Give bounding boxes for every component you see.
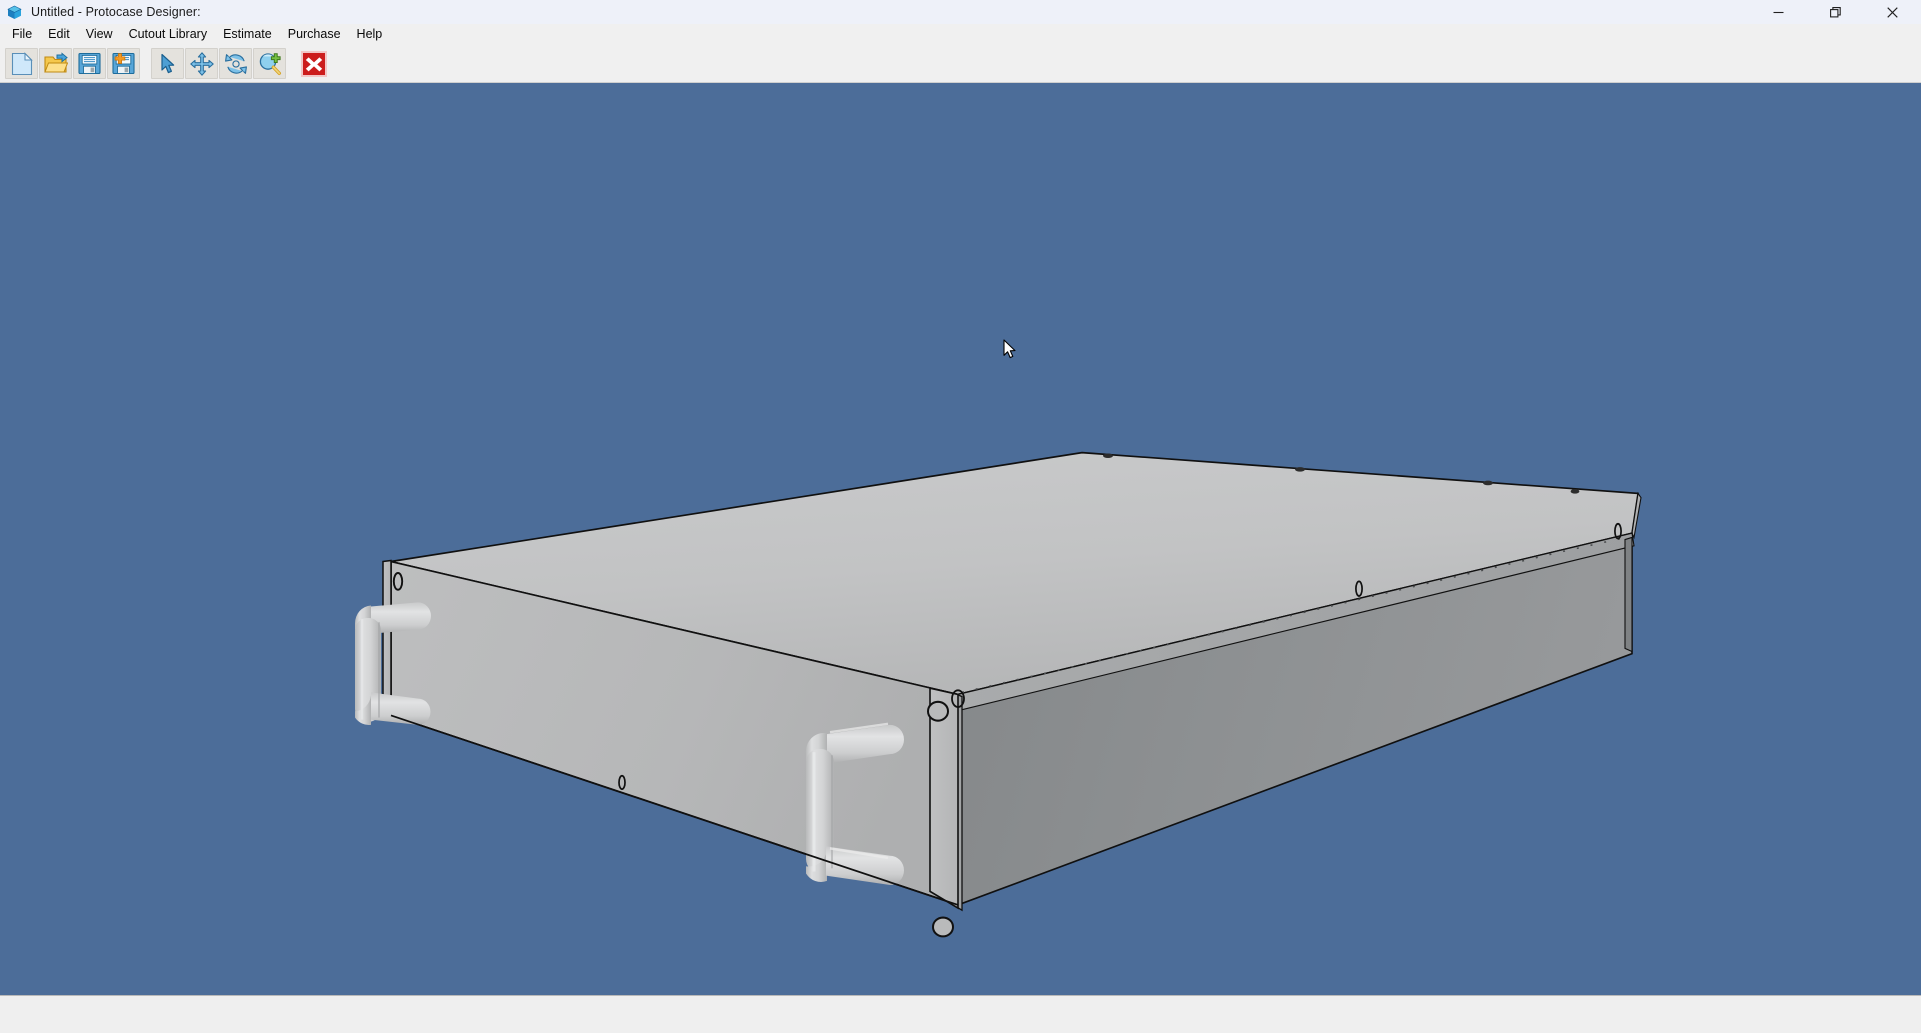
rotate-arrows-icon	[224, 52, 248, 76]
right-rack-ear-flange	[930, 688, 958, 908]
red-x-icon	[301, 51, 327, 77]
minimize-button[interactable]	[1750, 0, 1807, 24]
cube-icon	[7, 5, 22, 20]
move-arrows-icon	[190, 52, 214, 76]
open-folder-icon	[44, 52, 68, 76]
menu-item-view[interactable]: View	[78, 26, 121, 44]
application-window: Untitled - Protocase Designer: File	[0, 0, 1921, 1033]
magnifier-plus-icon	[258, 52, 282, 76]
menu-bar: File Edit View Cutout Library Estimate P…	[0, 24, 1921, 45]
window-title: Untitled - Protocase Designer:	[31, 6, 201, 19]
rack-mount-enclosure-model	[0, 83, 1921, 995]
toolbar	[0, 45, 1921, 83]
exit-button[interactable]	[297, 48, 330, 79]
menu-item-edit[interactable]: Edit	[40, 26, 78, 44]
maximize-button[interactable]	[1807, 0, 1864, 24]
save-button[interactable]	[73, 48, 106, 79]
status-bar	[0, 995, 1921, 1033]
pan-tool-button[interactable]	[185, 48, 218, 79]
zoom-tool-button[interactable]	[253, 48, 286, 79]
toolbar-separator	[141, 48, 150, 79]
select-tool-button[interactable]	[151, 48, 184, 79]
rotate-tool-button[interactable]	[219, 48, 252, 79]
open-button[interactable]	[39, 48, 72, 79]
menu-item-help[interactable]: Help	[349, 26, 391, 44]
toolbar-separator	[287, 48, 296, 79]
window-controls	[1750, 0, 1921, 24]
menu-item-file[interactable]: File	[4, 26, 40, 44]
3d-viewport[interactable]	[0, 83, 1921, 995]
menu-item-purchase[interactable]: Purchase	[280, 26, 349, 44]
save-as-button[interactable]	[107, 48, 140, 79]
menu-item-cutout-library[interactable]: Cutout Library	[121, 26, 216, 44]
save-as-floppy-plus-icon	[112, 52, 136, 75]
arrow-cursor-icon	[159, 53, 177, 75]
close-button[interactable]	[1864, 0, 1921, 24]
new-document-icon	[11, 52, 33, 76]
save-floppy-icon	[78, 52, 101, 75]
enclosure-side-rear-return	[1625, 537, 1632, 651]
title-bar: Untitled - Protocase Designer:	[0, 0, 1921, 24]
title-bar-left: Untitled - Protocase Designer:	[0, 5, 201, 20]
new-button[interactable]	[5, 48, 38, 79]
menu-item-estimate[interactable]: Estimate	[215, 26, 280, 44]
